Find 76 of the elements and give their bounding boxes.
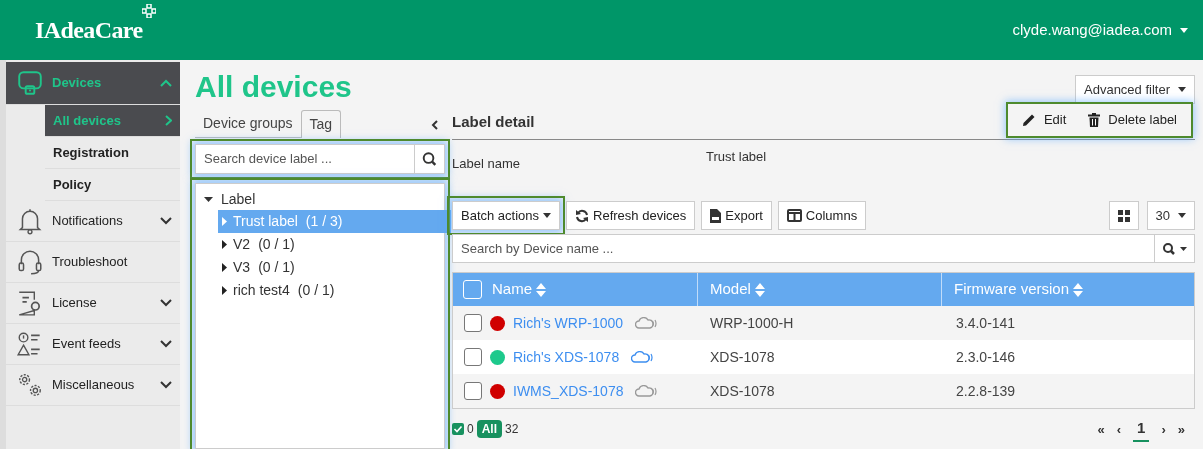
page-link[interactable]: ›: [1161, 419, 1166, 439]
page-link[interactable]: »: [1177, 419, 1185, 439]
caret-icon: [1178, 213, 1186, 218]
page-size-dropdown[interactable]: 30: [1146, 201, 1195, 230]
page-link[interactable]: «: [1097, 419, 1105, 439]
sidebar-subitem[interactable]: Policy: [45, 169, 180, 201]
trash-icon: [1088, 112, 1101, 127]
tree-item[interactable]: V3 (0 / 1): [218, 256, 451, 279]
user-menu[interactable]: clyde.wang@iadea.com: [1012, 18, 1188, 42]
logo: IAdeaCare: [35, 16, 143, 45]
sidebar-item[interactable]: Devices: [6, 62, 180, 105]
gears-icon: [16, 371, 44, 399]
row-checkbox[interactable]: [464, 382, 482, 400]
collapsed-caret-icon: [222, 240, 227, 249]
tree-item[interactable]: rich test4 (0 / 1): [218, 279, 451, 302]
sidebar-subitem[interactable]: All devices: [45, 105, 180, 137]
collapsed-caret-icon: [222, 263, 227, 272]
columns-icon: [786, 209, 802, 222]
section-title: Label detail: [452, 112, 535, 132]
sidebar-item[interactable]: Event feeds: [6, 324, 180, 365]
sidebar-item[interactable]: Notifications: [6, 201, 180, 242]
caret-icon: [543, 213, 552, 218]
search-icon[interactable]: [415, 144, 445, 174]
delete-button[interactable]: Delete label: [1088, 110, 1177, 130]
search-filter-icon[interactable]: [1155, 234, 1195, 263]
table-cell-text: WRP-1000-H: [709, 313, 795, 333]
sidebar-subitem[interactable]: Registration: [45, 137, 180, 169]
bell-icon: [16, 207, 44, 235]
table-cell-text: XDS-1078: [709, 381, 776, 401]
field-value: Trust label: [706, 147, 767, 166]
label-search-field[interactable]: Search device label ...: [195, 144, 415, 174]
sort-icon: [536, 282, 546, 297]
device-search-field[interactable]: Search by Device name ...: [452, 234, 1155, 263]
tree-node[interactable]: Label: [204, 188, 256, 210]
field-label: Label name: [452, 154, 521, 173]
all-filter-button[interactable]: All: [476, 420, 503, 439]
tab[interactable]: Tag: [300, 110, 342, 138]
chevron-right-icon: [165, 115, 172, 126]
pencil-icon: [1021, 112, 1036, 127]
advanced-filter-dropdown[interactable]: Advanced filter: [1075, 75, 1195, 104]
table-cell-text: 2.3.0-146: [955, 347, 1017, 367]
collapse-icon[interactable]: [431, 120, 439, 130]
caret-icon: [1180, 27, 1188, 33]
page-title: All devices: [195, 72, 353, 102]
row-checkbox[interactable]: [464, 314, 482, 332]
sort-icon: [754, 282, 765, 297]
file-icon: [710, 208, 722, 223]
collapsed-caret-icon: [222, 217, 227, 226]
sidebar-item[interactable]: Troubleshoot: [6, 242, 180, 283]
sort-icon: [1073, 282, 1084, 297]
monitor-icon: [16, 69, 44, 97]
grid-icon: [1117, 209, 1130, 222]
page-link[interactable]: 1: [1133, 417, 1150, 442]
table-cell-text: 2.2.8-139: [955, 381, 1017, 401]
row-checkbox[interactable]: [464, 348, 482, 366]
edit-button[interactable]: Edit: [1021, 110, 1067, 130]
refresh-icon: [575, 208, 590, 223]
headset-icon: [16, 248, 44, 276]
columns-button[interactable]: Columns: [777, 201, 867, 230]
checkbox-icon: [452, 423, 464, 436]
collapsed-caret-icon: [222, 286, 227, 295]
export-button[interactable]: Export: [701, 201, 772, 230]
table-cell-text: 3.4.0-141: [955, 313, 1017, 333]
logo-mark-icon: [142, 4, 157, 18]
refresh-button[interactable]: Refresh devices: [566, 201, 696, 230]
tab[interactable]: Device groups: [195, 110, 301, 138]
tree-item[interactable]: V2 (0 / 1): [218, 233, 451, 256]
caret-icon: [1178, 87, 1186, 92]
sidebar-item[interactable]: License: [6, 283, 180, 324]
total-count: 32: [505, 421, 519, 439]
table-cell-text: XDS-1078: [709, 347, 776, 367]
page-link[interactable]: ‹: [1116, 419, 1122, 439]
grid-view-button[interactable]: [1108, 201, 1139, 230]
sidebar-item[interactable]: Miscellaneous: [6, 365, 180, 406]
selected-count: 0: [467, 421, 474, 439]
select-all-checkbox[interactable]: [463, 280, 482, 299]
